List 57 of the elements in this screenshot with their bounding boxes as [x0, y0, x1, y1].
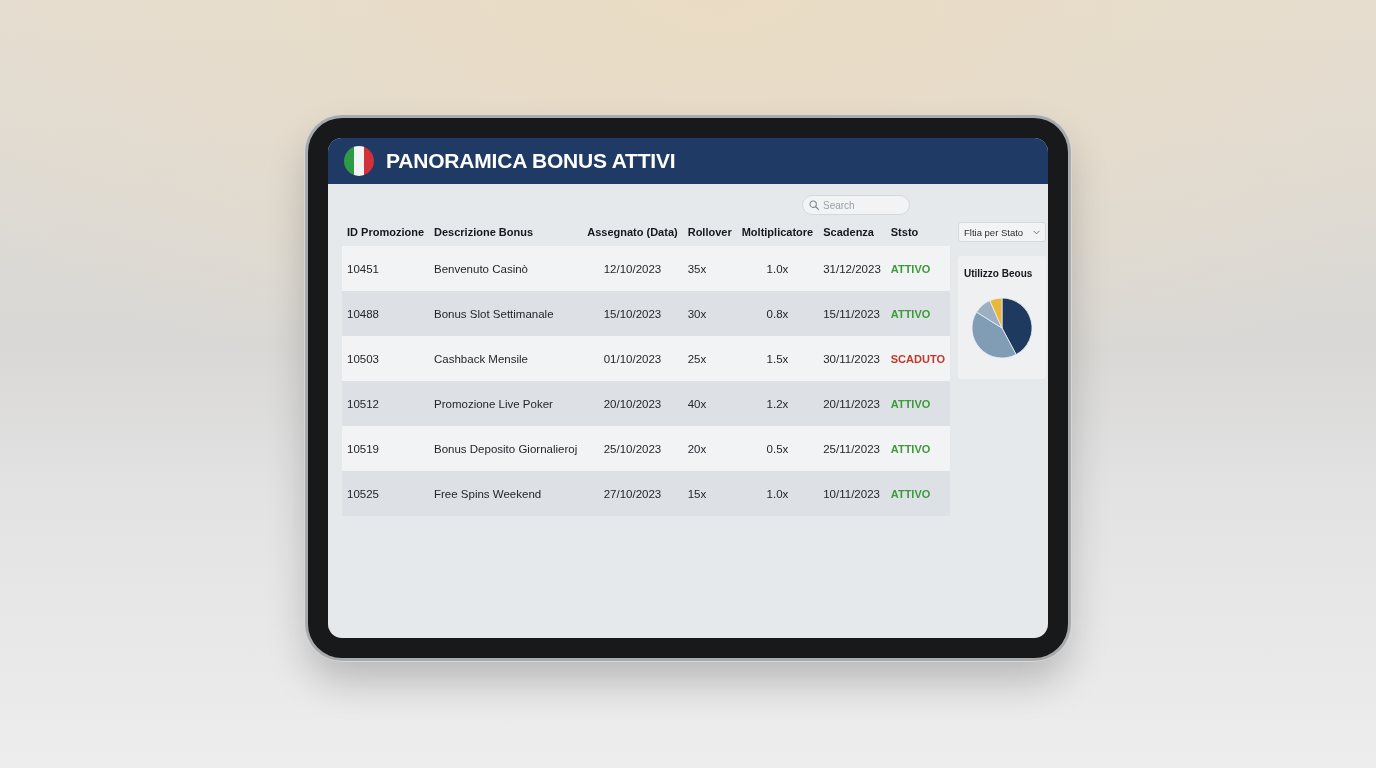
bonus-description: Benvenuto Casinò — [429, 246, 583, 291]
assigned-date: 12/10/2023 — [582, 246, 683, 291]
status-label: SCADUTO — [890, 352, 945, 365]
multiplier-value: 1.2x — [736, 381, 819, 426]
promotion-id: 10488 — [342, 291, 429, 336]
expiry-date: 31/12/2023 — [818, 246, 886, 291]
expiry-date: 30/11/2023 — [818, 336, 886, 381]
column-header: ID Promozione — [342, 218, 429, 246]
status-label: ATTIVO — [890, 397, 931, 410]
column-header: Moltiplicatore — [736, 218, 819, 246]
bonus-description: Free Spins Weekend — [429, 471, 583, 516]
column-header: Ststo — [885, 218, 950, 246]
bonus-description: Promozione Live Poker — [429, 381, 583, 426]
multiplier-value: 0.8x — [736, 291, 819, 336]
status-label: ATTIVO — [890, 307, 931, 320]
status-label: ATTIVO — [890, 442, 931, 455]
status-label: ATTIVO — [890, 262, 931, 275]
rollover-value: 40x — [682, 381, 737, 426]
expiry-date: 20/11/2023 — [818, 381, 886, 426]
column-header: Assegnato (Data) — [582, 218, 683, 246]
rollover-value: 20x — [682, 426, 737, 471]
multiplier-value: 1.5x — [736, 336, 819, 381]
bonus-description: Bonus Slot Settimanale — [429, 291, 583, 336]
expiry-date: 10/11/2023 — [818, 471, 886, 516]
chart-title: Utilizzo Beous — [964, 268, 1033, 279]
promotion-id: 10525 — [342, 471, 429, 516]
bonus-description: Bonus Deposito Giornalieroj — [429, 426, 583, 471]
assigned-date: 20/10/2023 — [582, 381, 683, 426]
promotion-id: 10451 — [342, 246, 429, 291]
search-icon — [809, 200, 819, 210]
expiry-date: 25/11/2023 — [818, 426, 886, 471]
multiplier-value: 1.0x — [736, 246, 819, 291]
rollover-value: 35x — [682, 246, 737, 291]
caret-icon — [1033, 229, 1040, 235]
column-header: Rollover — [682, 218, 737, 246]
bonus-description: Cashback Mensile — [429, 336, 583, 381]
column-header: Descrizione Bonus — [429, 218, 583, 246]
assigned-date: 15/10/2023 — [582, 291, 683, 336]
column-header: Scadenza — [818, 218, 886, 246]
expiry-date: 15/11/2023 — [818, 291, 886, 336]
rollover-value: 25x — [682, 336, 737, 381]
multiplier-value: 1.0x — [736, 471, 819, 516]
status-label: ATTIVO — [890, 487, 931, 500]
assigned-date: 01/10/2023 — [582, 336, 683, 381]
assigned-date: 25/10/2023 — [582, 426, 683, 471]
filter-dropdown[interactable]: Fltia per Stato — [958, 222, 1046, 242]
pie-chart — [971, 297, 1033, 359]
promotion-id: 10519 — [342, 426, 429, 471]
search-field[interactable]: Search — [802, 195, 910, 215]
promotion-id: 10512 — [342, 381, 429, 426]
page-title: PANORAMICA BONUS ATTIVI — [386, 149, 676, 173]
rollover-value: 15x — [682, 471, 737, 516]
flag-icon — [344, 146, 374, 176]
rollover-value: 30x — [682, 291, 737, 336]
assigned-date: 27/10/2023 — [582, 471, 683, 516]
multiplier-value: 0.5x — [736, 426, 819, 471]
promotion-id: 10503 — [342, 336, 429, 381]
